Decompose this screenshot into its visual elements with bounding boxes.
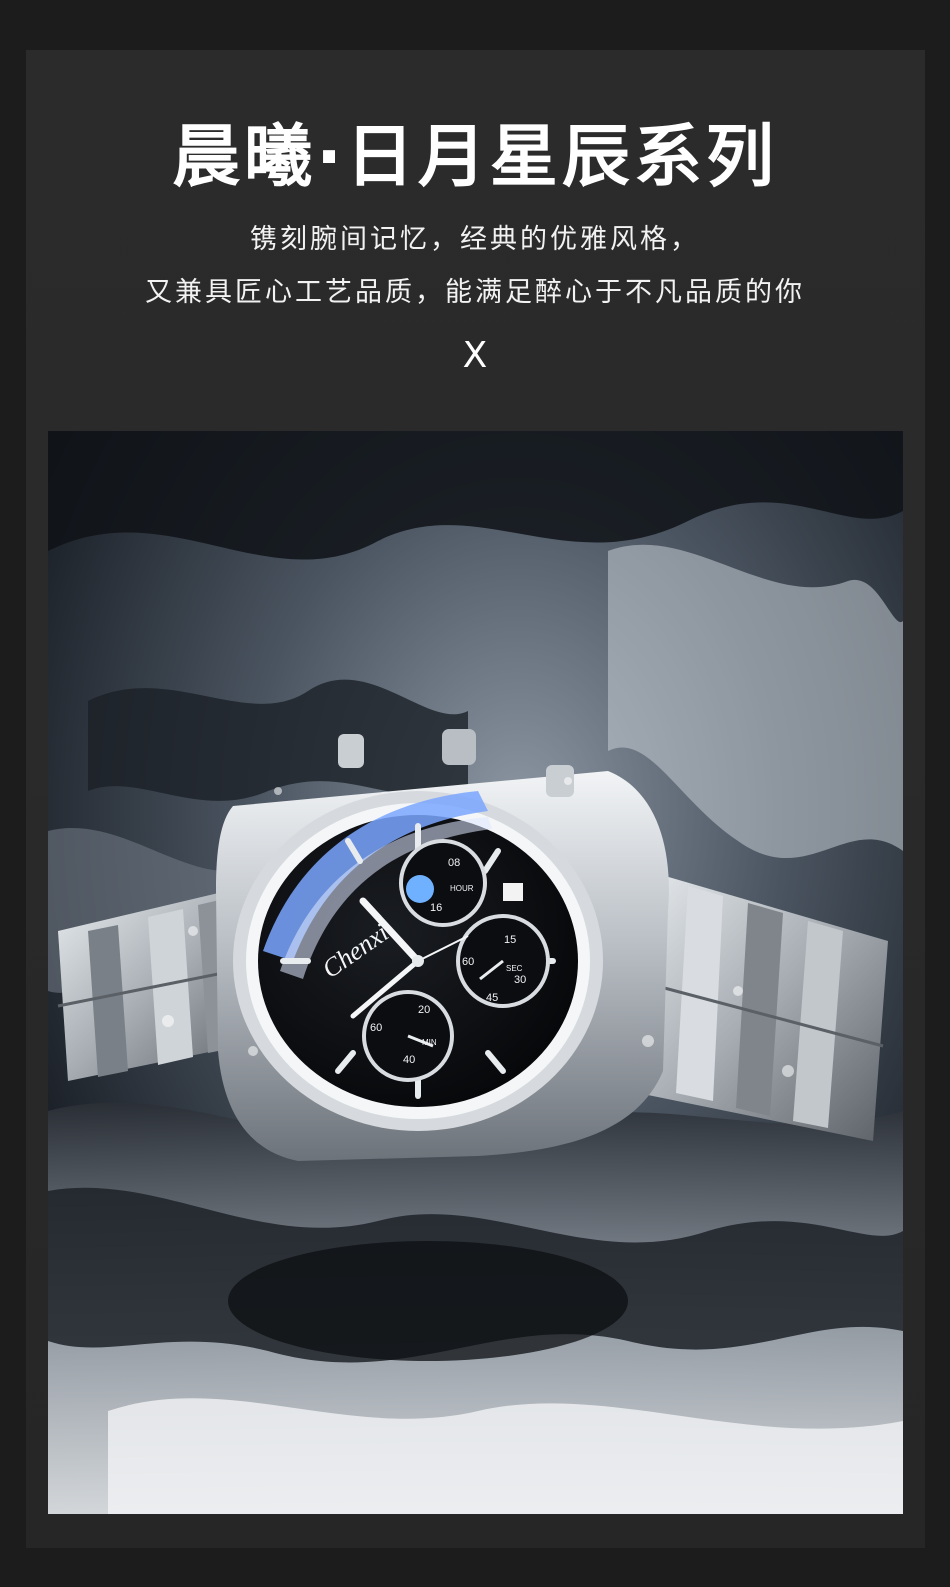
subdial-sec-30: 30 <box>514 974 526 986</box>
subdial-sec: 15 30 45 60 SEC <box>456 914 550 1008</box>
pusher-top-left <box>338 734 364 768</box>
page-title: 晨曦·日月星辰系列 <box>172 118 778 197</box>
subdial-hour-16: 16 <box>430 902 442 914</box>
subdial-min: 20 40 60 MIN <box>362 990 454 1082</box>
subdial-hour: 08 16 HOUR <box>399 839 487 927</box>
x-mark: X <box>462 335 488 376</box>
subdial-sec-45: 45 <box>486 992 498 1004</box>
watch-reflection <box>228 1241 628 1361</box>
subtitle-line-1: 镌刻腕间记忆，经典的优雅风格， <box>250 224 700 255</box>
crown <box>442 729 476 765</box>
subdial-sec-15: 15 <box>504 934 516 946</box>
subdial-sec-label: SEC <box>506 964 523 973</box>
subdial-hour-label: HOUR <box>450 884 474 893</box>
subdial-sec-60: 60 <box>462 956 474 968</box>
subdial-min-label: MIN <box>422 1038 437 1047</box>
subtitle-line-2: 又兼具匠心工艺品质，能满足醉心于不凡品质的你 <box>145 277 805 308</box>
watch-illustration: 08 16 HOUR 15 30 45 60 SEC 20 40 60 MIN … <box>48 431 903 1514</box>
subdial-min-20: 20 <box>418 1004 430 1016</box>
product-photo: 08 16 HOUR 15 30 45 60 SEC 20 40 60 MIN … <box>48 431 903 1514</box>
date-window <box>503 883 523 901</box>
subdial-min-60: 60 <box>370 1022 382 1034</box>
subdial-min-40: 40 <box>403 1054 415 1066</box>
subdial-hour-08: 08 <box>448 857 460 869</box>
